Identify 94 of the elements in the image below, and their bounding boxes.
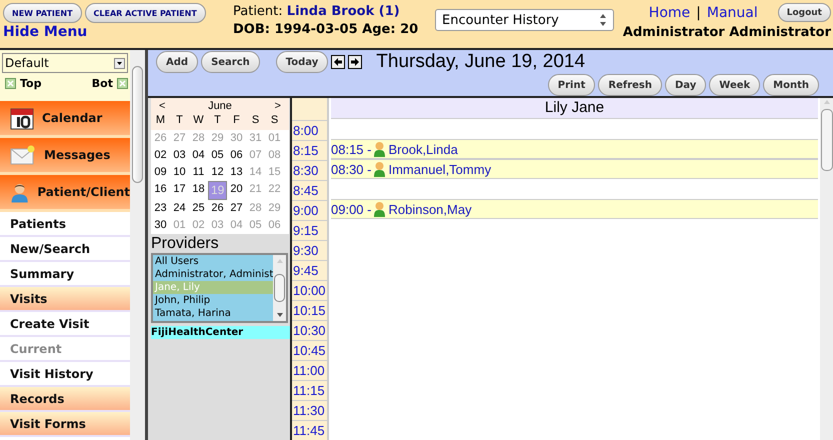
person-icon [374,161,386,177]
facility-label: FijiHealthCenter [151,326,290,339]
appointment-time: 09:00 - [331,202,372,216]
scroll-thumb[interactable] [132,66,143,183]
bot-label: Bot [92,77,113,90]
calendar-day[interactable]: 03 [170,147,189,164]
menu-item[interactable]: Visit Forms [0,412,130,437]
calendar-day[interactable]: 06 [227,147,246,164]
calendar-day[interactable]: 16 [151,181,170,198]
view-button[interactable]: Print [548,74,596,96]
calendar-day[interactable]: 24 [170,200,189,217]
patient-link[interactable]: Immanuel,Tommy [388,162,492,176]
appointment[interactable]: 09:00 - Robinson,May [331,200,818,218]
prev-month-link[interactable]: < [159,100,166,112]
person-icon [374,141,386,157]
appointment[interactable]: 08:15 - Brook,Linda [331,140,818,158]
appointment-time: 08:30 - [331,162,372,176]
patient-name-link[interactable]: Linda Brook (1) [286,4,400,19]
weekday-label: S [270,113,280,128]
calendar-day[interactable]: 12 [208,164,227,181]
nav-link[interactable]: Manual [706,4,758,20]
calendar-day[interactable]: 26 [208,200,227,217]
user-name: Administrator Administrator [622,25,831,40]
today-button[interactable]: Today [276,51,328,73]
menu-select[interactable]: Default [2,53,128,73]
scrollbar[interactable] [820,98,833,440]
calendar-day[interactable]: 25 [189,200,208,217]
view-button[interactable]: Week [709,74,760,96]
providers-title: Providers [151,235,220,253]
calendar-day[interactable]: 02 [151,147,170,164]
view-button[interactable]: Refresh [598,74,662,96]
next-month-link[interactable]: > [274,100,281,112]
weekday-label: F [232,113,241,128]
calendar-day[interactable]: 04 [189,147,208,164]
providers-list[interactable]: All Users Administrator, Administ Jane, Lily John, Philip Tamata, Harina [151,253,288,323]
person-icon [374,201,386,217]
appointment-time: 08:15 - [331,142,372,156]
link-separator: | [696,4,701,20]
menu-item[interactable]: Visits [0,287,130,312]
calendar-day[interactable]: 20 [227,181,246,198]
provider-option[interactable]: Administrator, Administ [153,268,273,281]
provider-column-header: Lily Jane [331,98,818,119]
menu-item[interactable]: Calendar [0,101,130,138]
view-button[interactable]: Month [763,74,819,96]
toolbar-button[interactable]: Search [201,51,260,73]
calendar-day[interactable]: 11 [189,164,208,181]
calendar-day[interactable]: 05 [208,147,227,164]
close-icon[interactable] [117,78,128,89]
scrollbar[interactable] [273,255,286,321]
header-button[interactable]: CLEAR ACTIVE PATIENT [84,3,206,23]
scroll-thumb[interactable] [820,109,832,171]
calendar-day[interactable]: 09 [151,164,170,181]
provider-option[interactable]: John, Philip [153,294,273,307]
scroll-down-icon[interactable] [274,311,284,319]
right-arrow-icon[interactable] [348,55,362,69]
calendar-day[interactable]: 13 [227,164,246,181]
menu-item[interactable]: Messages [0,138,130,175]
provider-option[interactable]: Tamata, Harina [153,307,273,320]
calendar-day[interactable]: 23 [151,200,170,217]
envelope-icon [10,144,36,166]
dob-text: DOB: 1994-03-05 Age: 20 [233,21,420,39]
calendar-icon [10,106,34,130]
menu-item[interactable]: Records [0,387,130,412]
weekday-label: M [154,113,166,128]
calendar-day[interactable]: 17 [170,181,189,198]
weekday-label: T [175,113,184,128]
encounter-select[interactable]: Encounter History [435,9,614,31]
header-button[interactable]: NEW PATIENT [3,3,82,23]
view-button[interactable]: Day [665,74,706,96]
hide-menu-link[interactable]: Hide Menu [3,24,231,40]
date-title: Thursday, June 19, 2014 [376,51,586,73]
top-label: Top [20,77,42,90]
scrollbar[interactable] [130,50,145,440]
scroll-thumb[interactable] [274,274,285,302]
toolbar-button[interactable]: Add [156,51,198,73]
calendar-day[interactable]: 30 [151,217,170,234]
left-arrow-icon[interactable] [331,55,346,69]
provider-option[interactable]: All Users [153,255,273,268]
patient-link[interactable]: Brook,Linda [388,142,458,156]
calendar-day[interactable]: 27 [227,200,246,217]
menu-item[interactable]: Patient/Client [0,175,130,212]
patient-link[interactable]: Robinson,May [388,202,472,216]
logout-button[interactable]: Logout [778,3,831,22]
weekday-label: T [213,113,222,128]
weekday-label: S [250,113,260,128]
close-icon[interactable] [5,78,16,89]
appointment[interactable]: 08:30 - Immanuel,Tommy [331,160,818,178]
calendar-day[interactable]: 10 [170,164,189,181]
patient-label: Patient: [233,4,283,19]
nav-link[interactable]: Home [648,4,690,20]
calendar-day[interactable]: 18 [189,181,208,198]
weekday-label: W [192,113,205,128]
month-label: June [208,100,232,112]
updown-arrows-icon [599,13,607,27]
